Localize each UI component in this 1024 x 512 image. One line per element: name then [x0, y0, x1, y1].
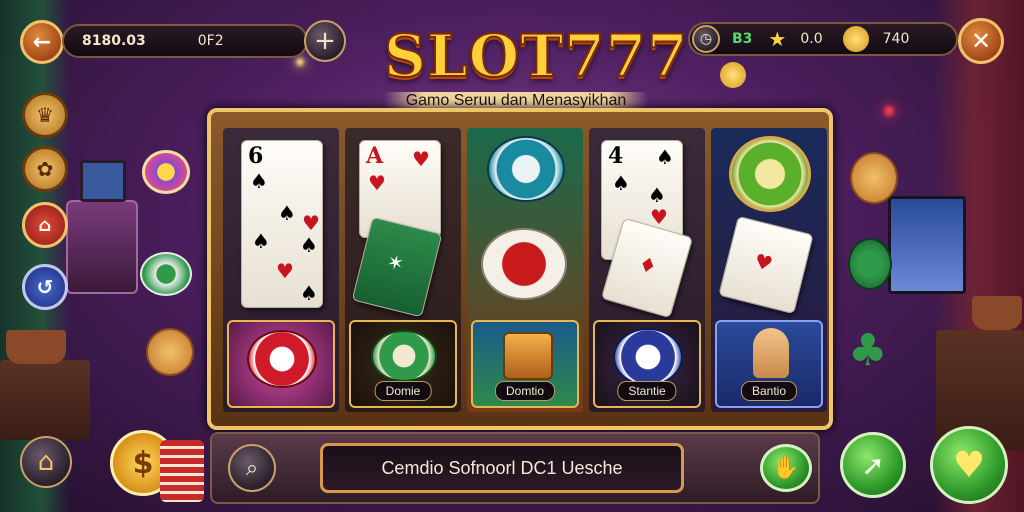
close-button[interactable]: ✕ [958, 18, 1004, 64]
floating-coin-icon [720, 62, 746, 88]
heart-icon: ♦ [635, 251, 660, 280]
spade-icon: ♠ [300, 233, 318, 257]
poker-chip-icon [481, 228, 567, 300]
red-light [884, 106, 894, 116]
hand-button[interactable]: ✋ [760, 444, 812, 492]
spade-icon: ♠ [656, 145, 674, 169]
arrow-swoosh-icon: ➚ [861, 448, 885, 482]
crown-icon: ♛ [36, 103, 54, 127]
heart-icon: ♥ [751, 248, 776, 277]
home-button[interactable]: ⌂ [20, 436, 72, 488]
home-icon: ⌂ [37, 447, 55, 477]
playing-card: ♥ [718, 215, 814, 315]
heart-icon: ♥ [952, 444, 986, 486]
swirl-button[interactable]: ↺ [22, 264, 68, 310]
magnifier-icon: ⌕ [245, 455, 259, 481]
plant-pot-right [972, 296, 1022, 330]
reel-4: 4 ♠ ♠ ♠ ♥ ♦ Stantie [589, 128, 705, 412]
card-rank: A [366, 143, 384, 169]
gift-icon: ⌂ [38, 214, 52, 236]
spade-icon: ♠ [250, 169, 268, 193]
spade-icon: ♠ [252, 229, 270, 253]
slot-machine-left [66, 200, 138, 294]
poker-chip-icon [729, 136, 811, 212]
reel-label: Domie [374, 381, 432, 401]
poker-chip-icon [247, 330, 317, 388]
monitor-left [80, 160, 126, 202]
heart-icon: ♥ [302, 211, 320, 235]
poker-chip-icon [613, 328, 683, 386]
card-rank: 6 [248, 143, 264, 169]
reel-3: Domtio [467, 128, 583, 412]
logo-title: SLOT777 [383, 21, 689, 91]
reel-bottom-slot[interactable]: Domie [349, 320, 457, 408]
tv-right [888, 196, 966, 294]
reel-bottom-slot[interactable] [227, 320, 335, 408]
message-text: Cemdio Sofnoorl DC1 Uesche [381, 457, 623, 478]
message-bar: Cemdio Sofnoorl DC1 Uesche [320, 443, 684, 493]
spade-icon: ♠ [278, 201, 296, 225]
coins-value: 740 [882, 31, 910, 47]
spade-icon: ♠ [300, 281, 318, 305]
floating-chip-icon [140, 252, 192, 296]
coin-icon [842, 26, 869, 52]
badge-button[interactable]: ✿ [22, 146, 68, 192]
card-rank: 4 [608, 143, 624, 169]
stat1-value: B3 [732, 31, 753, 47]
floating-chip-icon [146, 328, 194, 376]
close-x-icon: ✕ [970, 27, 992, 55]
swirl-icon: ↺ [36, 275, 54, 299]
dollar-coin-icon: $ [132, 445, 154, 481]
plant-pot-left [6, 330, 66, 364]
back-button[interactable]: ← [20, 20, 64, 64]
hand-icon: ✋ [772, 455, 800, 481]
yellow-light [296, 58, 304, 66]
floating-chip-icon [850, 152, 898, 204]
star-icon: ★ [768, 27, 787, 51]
swoosh-button[interactable]: ➚ [840, 432, 906, 498]
clover-icon: ♣ [848, 325, 888, 376]
slot-board: 6 ♠ ♠ ♥ ♠ ♠ ♥ ♠ A ♥ ♥ ✶ Domie Domtio 4 ♠… [207, 108, 833, 430]
gift-button[interactable]: ⌂ [22, 202, 68, 248]
heart-icon: ♥ [412, 147, 430, 171]
stats-panel: ◷ B3 ★ 0.0 740 [688, 22, 958, 56]
heart-icon: ♥ [276, 259, 294, 283]
character-icon [753, 328, 789, 378]
treasure-icon [503, 332, 553, 380]
reel-label: Domtio [494, 381, 556, 401]
clock-icon: ◷ [692, 25, 720, 53]
arrow-left-icon: ← [32, 29, 52, 55]
reel-2: A ♥ ♥ ✶ Domie [345, 128, 461, 412]
reel-label: Bantio [740, 381, 798, 401]
heart-icon: ♥ [368, 171, 386, 195]
poker-chip-icon [371, 330, 437, 382]
add-funds-button[interactable]: + [304, 20, 346, 62]
floating-chip-icon [142, 150, 190, 194]
playing-card: 6 ♠ ♠ ♥ ♠ ♠ ♥ ♠ [241, 140, 323, 308]
table-left [0, 360, 90, 440]
balance-panel: 8180.03 0F2 [62, 24, 308, 58]
heart-button[interactable]: ♥ [930, 426, 1008, 504]
secondary-value: 0F2 [197, 33, 224, 49]
poker-chip-icon [487, 136, 565, 202]
reel-bottom-slot[interactable]: Domtio [471, 320, 579, 408]
spade-icon: ♠ [612, 171, 630, 195]
reel-5: ♥ Bantio [711, 128, 827, 412]
reel-1: 6 ♠ ♠ ♥ ♠ ♠ ♥ ♠ [223, 128, 339, 412]
crown-button[interactable]: ♛ [22, 92, 68, 138]
chip-stack [160, 440, 204, 502]
star-icon: ✶ [384, 248, 407, 277]
search-button[interactable]: ⌕ [228, 444, 276, 492]
balance-value: 8180.03 [82, 33, 146, 49]
reel-bottom-slot[interactable]: Bantio [715, 320, 823, 408]
floating-chip-icon [848, 238, 892, 290]
reel-label: Stantie [617, 381, 677, 401]
reel-bottom-slot[interactable]: Stantie [593, 320, 701, 408]
plus-icon: + [314, 26, 336, 56]
stat2-value: 0.0 [800, 31, 823, 47]
spade-icon: ♠ [648, 183, 666, 207]
badge-icon: ✿ [36, 157, 54, 181]
